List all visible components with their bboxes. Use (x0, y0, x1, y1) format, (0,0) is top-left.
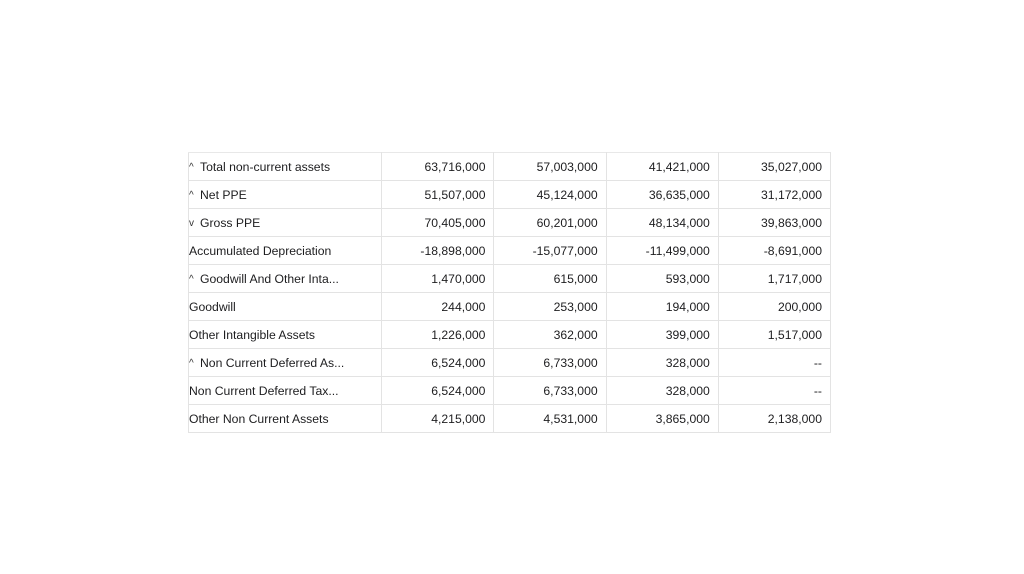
value-cell: 41,421,000 (606, 152, 719, 181)
value-cell: 45,124,000 (493, 180, 607, 209)
table-row: ^ Net PPE 51,507,000 45,124,000 36,635,00… (187, 180, 832, 209)
value-cell: 6,733,000 (493, 348, 607, 377)
value-cell: 253,000 (493, 292, 607, 321)
table-row: Accumulated Depreciation -18,898,000 -15… (187, 236, 832, 265)
value-cell: 39,863,000 (718, 208, 832, 237)
value-cell: 60,201,000 (493, 208, 607, 237)
value-cell: 51,507,000 (381, 180, 495, 209)
value-cell: -11,499,000 (606, 236, 719, 265)
value-cell: 362,000 (493, 320, 607, 349)
value-cell: 6,524,000 (381, 376, 495, 405)
row-label-non-current-deferred-assets[interactable]: ^ Non Current Deferred As... (187, 348, 383, 377)
non-current-assets-table: ^ Total non-current assets 63,716,000 57,… (187, 152, 832, 433)
value-cell: 63,716,000 (381, 152, 495, 181)
row-label-gross-ppe[interactable]: v Gross PPE (187, 208, 383, 237)
table-row: Other Intangible Assets 1,226,000 362,00… (187, 320, 832, 349)
value-cell: 6,733,000 (493, 376, 607, 405)
value-cell: -8,691,000 (718, 236, 832, 265)
balance-sheet-table-container: ^ Total non-current assets 63,716,000 57,… (187, 152, 832, 433)
value-cell: 1,517,000 (718, 320, 832, 349)
value-cell: 31,172,000 (718, 180, 832, 209)
value-cell: 2,138,000 (718, 404, 832, 433)
table-row: ^ Total non-current assets 63,716,000 57,… (187, 152, 832, 181)
value-cell: 328,000 (606, 376, 719, 405)
value-cell: 399,000 (606, 320, 719, 349)
row-label-other-non-current-assets: Other Non Current Assets (187, 404, 383, 433)
chevron-up-icon[interactable]: ^ (190, 358, 200, 369)
row-label-goodwill: Goodwill (187, 292, 383, 321)
table-row: Other Non Current Assets 4,215,000 4,531… (187, 404, 832, 433)
value-cell: 4,531,000 (493, 404, 607, 433)
table-row: v Gross PPE 70,405,000 60,201,000 48,134,… (187, 208, 832, 237)
value-cell: 36,635,000 (606, 180, 719, 209)
value-cell: 615,000 (493, 264, 607, 293)
value-cell: 1,470,000 (381, 264, 495, 293)
value-cell: -15,077,000 (493, 236, 607, 265)
row-label-total-non-current-assets[interactable]: ^ Total non-current assets (187, 152, 383, 181)
value-cell: 200,000 (718, 292, 832, 321)
row-label-other-intangible-assets: Other Intangible Assets (187, 320, 383, 349)
table-row: Non Current Deferred Tax... 6,524,000 6,… (187, 376, 832, 405)
value-cell: 194,000 (606, 292, 719, 321)
value-cell: 70,405,000 (381, 208, 495, 237)
value-cell: 35,027,000 (718, 152, 832, 181)
value-cell: 328,000 (606, 348, 719, 377)
table-row: ^ Goodwill And Other Inta... 1,470,000 61… (187, 264, 832, 293)
value-cell: -18,898,000 (381, 236, 495, 265)
row-label-net-ppe[interactable]: ^ Net PPE (187, 180, 383, 209)
value-cell: 593,000 (606, 264, 719, 293)
chevron-up-icon[interactable]: ^ (190, 274, 200, 285)
row-label-non-current-deferred-tax: Non Current Deferred Tax... (187, 376, 383, 405)
chevron-up-icon[interactable]: ^ (190, 190, 200, 201)
chevron-up-icon[interactable]: ^ (190, 162, 200, 173)
value-cell: 6,524,000 (381, 348, 495, 377)
row-label-goodwill-and-other-intangibles[interactable]: ^ Goodwill And Other Inta... (187, 264, 383, 293)
table-row: Goodwill 244,000 253,000 194,000 200,000 (187, 292, 832, 321)
value-cell: 244,000 (381, 292, 495, 321)
value-cell: 3,865,000 (606, 404, 719, 433)
value-cell: 4,215,000 (381, 404, 495, 433)
value-cell: 48,134,000 (606, 208, 719, 237)
table-row: ^ Non Current Deferred As... 6,524,000 6,… (187, 348, 832, 377)
chevron-down-icon[interactable]: v (190, 218, 200, 229)
value-cell: 57,003,000 (493, 152, 607, 181)
row-label-accumulated-depreciation: Accumulated Depreciation (187, 236, 383, 265)
value-cell: -- (718, 348, 832, 377)
value-cell: 1,226,000 (381, 320, 495, 349)
value-cell: -- (718, 376, 832, 405)
value-cell: 1,717,000 (718, 264, 832, 293)
